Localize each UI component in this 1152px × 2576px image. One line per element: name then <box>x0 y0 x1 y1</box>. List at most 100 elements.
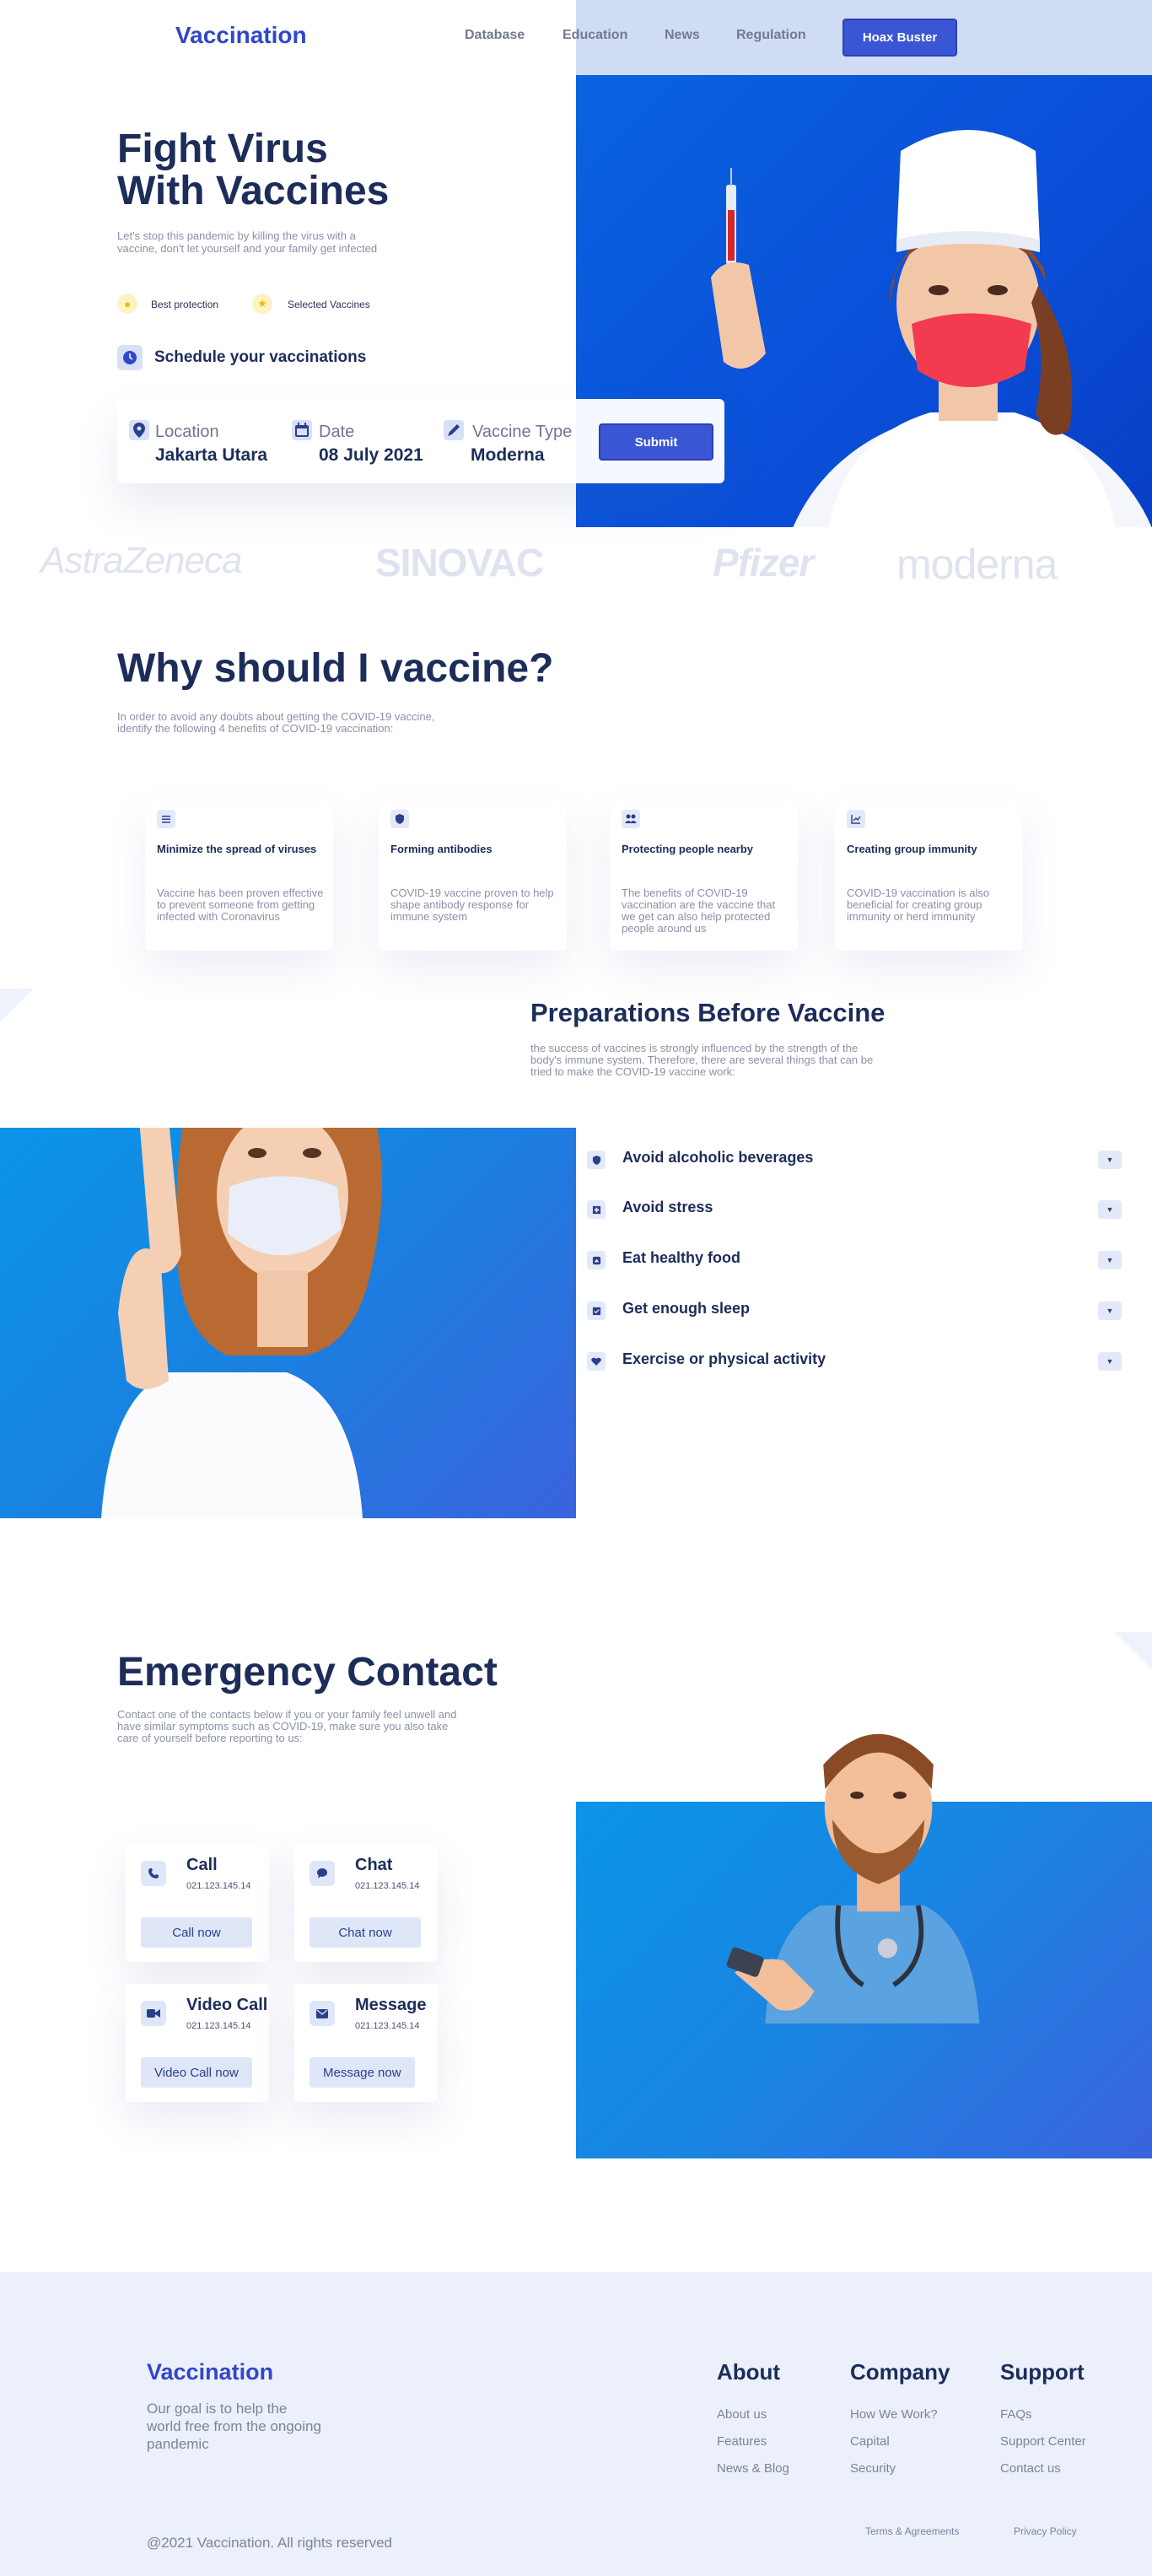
chip-best-protection: Best protection <box>151 299 219 310</box>
emergency-photo <box>576 1733 1152 2158</box>
submit-button[interactable]: Submit <box>599 423 713 461</box>
decor-triangle <box>1115 1632 1152 1669</box>
star-icon: ★ <box>252 294 272 314</box>
phone-icon <box>141 1861 166 1886</box>
contact-number: 021.123.145.14 <box>186 1881 251 1891</box>
benefit-card-spread: Minimize the spread of viruses Vaccine h… <box>145 801 333 951</box>
brand-astrazeneca: AstraZeneca <box>40 540 242 581</box>
benefit-title: Minimize the spread of viruses <box>157 843 317 855</box>
chip-selected-vaccines: Selected Vaccines <box>288 299 370 310</box>
prep-item-label: Avoid stress <box>622 1199 713 1215</box>
footer-link-terms[interactable]: Terms & Agreements <box>865 2525 959 2537</box>
nav-link-education[interactable]: Education <box>563 28 627 43</box>
schedule-heading: Schedule your vaccinations <box>154 348 367 366</box>
contact-card-call: Call 021.123.145.14 Call now <box>126 1844 269 1962</box>
footer-heading-support: Support <box>1000 2359 1085 2385</box>
contact-title: Video Call <box>186 1996 268 2014</box>
footer-link-faqs[interactable]: FAQs <box>1000 2407 1032 2422</box>
footer-link-support-center[interactable]: Support Center <box>1000 2434 1086 2449</box>
prep-title: Preparations Before Vaccine <box>530 998 886 1027</box>
prep-item-label: Exercise or physical activity <box>622 1350 826 1367</box>
mail-icon <box>310 2001 335 2026</box>
video-icon <box>141 2001 166 2026</box>
nav-link-news[interactable]: News <box>665 28 700 43</box>
benefit-card-antibodies: Forming antibodies COVID-19 vaccine prov… <box>379 801 567 951</box>
benefit-title: Forming antibodies <box>390 843 493 855</box>
vaccine-type-label: Vaccine Type <box>472 423 573 441</box>
contact-title: Call <box>186 1856 218 1874</box>
contact-title: Chat <box>355 1856 393 1874</box>
chart-icon <box>847 810 865 828</box>
hero-subtitle: Let's stop this pandemic by killing the … <box>117 229 378 255</box>
footer-link-contact-us[interactable]: Contact us <box>1000 2461 1061 2476</box>
chevron-down-icon[interactable]: ▼ <box>1098 1352 1122 1371</box>
brand-sinovac: SINOVAC <box>375 541 544 585</box>
footer-link-news-blog[interactable]: News & Blog <box>717 2461 789 2476</box>
contact-title: Message <box>355 1996 427 2014</box>
shield-icon <box>390 810 409 828</box>
contact-number: 021.123.145.14 <box>355 1881 420 1891</box>
woman-illustration <box>101 1128 382 1518</box>
plus-icon <box>587 1200 606 1219</box>
heart-icon <box>587 1352 606 1371</box>
site-logo[interactable]: Vaccination <box>175 22 307 49</box>
prep-photo <box>0 1128 576 1518</box>
why-title: Why should I vaccine? <box>117 646 554 691</box>
people-icon <box>622 810 640 828</box>
chat-icon <box>310 1861 335 1886</box>
hoax-buster-button[interactable]: Hoax Buster <box>842 19 957 57</box>
message-now-button[interactable]: Message now <box>310 2057 415 2088</box>
chevron-down-icon[interactable]: ▼ <box>1098 1301 1122 1320</box>
video-call-now-button[interactable]: Video Call now <box>141 2057 252 2088</box>
chevron-down-icon[interactable]: ▼ <box>1098 1151 1122 1169</box>
chevron-down-icon[interactable]: ▼ <box>1098 1251 1122 1269</box>
prep-item-stress[interactable]: Avoid stress ▼ <box>582 1194 1122 1227</box>
contact-card-video: Video Call 021.123.145.14 Video Call now <box>126 1984 269 2102</box>
prep-item-sleep[interactable]: Get enough sleep ▼ <box>582 1295 1122 1328</box>
vaccine-type-value[interactable]: Moderna <box>471 445 545 466</box>
benefit-desc: Vaccine has been proven effective to pre… <box>157 887 324 923</box>
benefit-card-immunity: Creating group immunity COVID-19 vaccina… <box>835 801 1023 951</box>
footer-logo[interactable]: Vaccination <box>147 2359 273 2385</box>
footer-link-capital[interactable]: Capital <box>850 2434 890 2449</box>
prep-item-food[interactable]: Eat healthy food ▼ <box>582 1244 1122 1278</box>
location-value[interactable]: Jakarta Utara <box>155 445 267 466</box>
prep-item-label: Avoid alcoholic beverages <box>622 1149 814 1166</box>
prep-item-label: Eat healthy food <box>622 1249 741 1266</box>
contact-card-chat: Chat 021.123.145.14 Chat now <box>294 1844 438 1962</box>
nav-link-database[interactable]: Database <box>465 28 525 43</box>
emergency-subtitle: Contact one of the contacts below if you… <box>117 1708 457 1744</box>
footer-tagline: Our goal is to help the world free from … <box>147 2401 321 2452</box>
footer-heading-about: About <box>717 2359 781 2385</box>
footer-link-privacy[interactable]: Privacy Policy <box>1014 2525 1077 2537</box>
shield-icon <box>587 1151 606 1169</box>
contact-number: 021.123.145.14 <box>186 2021 251 2031</box>
prep-item-label: Get enough sleep <box>622 1300 751 1317</box>
prep-item-alcohol[interactable]: Avoid alcoholic beverages ▼ <box>582 1144 1122 1178</box>
decor-triangle <box>0 989 34 1022</box>
calendar-icon <box>292 420 312 440</box>
nav-link-regulation[interactable]: Regulation <box>736 28 806 43</box>
hero-title: Fight Virus With Vaccines <box>117 127 390 213</box>
benefit-title: Protecting people nearby <box>622 843 754 855</box>
footer-link-about-us[interactable]: About us <box>717 2407 767 2422</box>
food-icon <box>587 1251 606 1269</box>
footer-link-security[interactable]: Security <box>850 2461 896 2476</box>
date-value[interactable]: 08 July 2021 <box>319 445 423 466</box>
why-subtitle: In order to avoid any doubts about getti… <box>117 710 435 735</box>
chat-now-button[interactable]: Chat now <box>310 1917 421 1948</box>
date-label: Date <box>319 423 355 441</box>
doctor-illustration <box>726 1733 980 2024</box>
prep-item-exercise[interactable]: Exercise or physical activity ▼ <box>582 1345 1122 1379</box>
benefit-title: Creating group immunity <box>847 843 977 855</box>
prep-subtitle: the success of vaccines is strongly infl… <box>530 1042 874 1078</box>
brand-pfizer: Pfizer <box>713 541 814 585</box>
footer-link-features[interactable]: Features <box>717 2434 767 2449</box>
clock-icon <box>117 345 143 370</box>
call-now-button[interactable]: Call now <box>141 1917 252 1948</box>
footer-link-how-we-work[interactable]: How We Work? <box>850 2407 938 2422</box>
shield-icon: ● <box>117 294 137 314</box>
sliders-icon <box>157 810 175 828</box>
benefit-desc: The benefits of COVID-19 vaccination are… <box>622 887 776 935</box>
chevron-down-icon[interactable]: ▼ <box>1098 1200 1122 1219</box>
